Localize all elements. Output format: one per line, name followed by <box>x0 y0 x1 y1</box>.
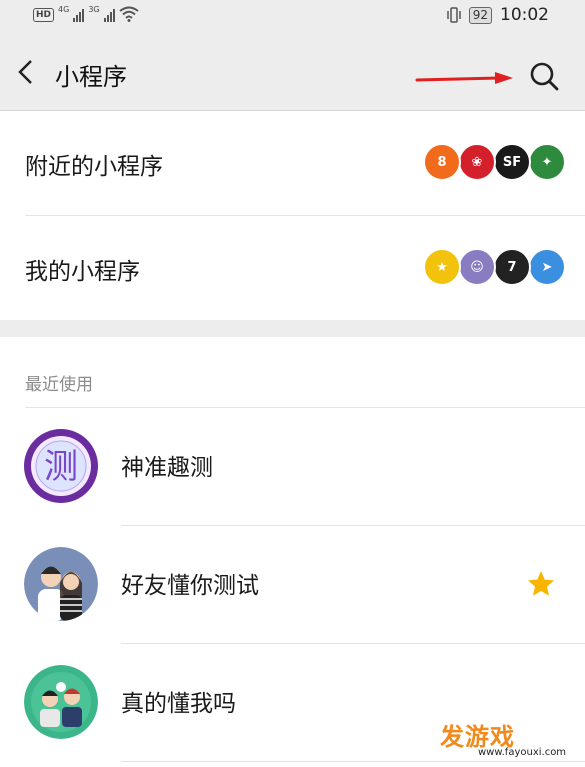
my-mini-programs-row[interactable]: 我的小程序 ★ ☺ 7 ➤ <box>0 216 585 320</box>
my-mini-programs-label: 我的小程序 <box>25 259 140 285</box>
signal-indicators: HD 4G 3G <box>33 6 139 22</box>
wifi-icon <box>118 6 139 22</box>
chevron-left-icon[interactable] <box>14 58 38 86</box>
sf-logo-icon: SF <box>493 143 531 181</box>
status-time: 10:02 <box>500 5 549 25</box>
seven-logo-icon: 7 <box>493 248 531 286</box>
friends-avatar-icon <box>24 665 98 739</box>
status-bar: HD 4G 3G 92 10:02 <box>0 0 585 32</box>
quiz-app-icon: 测 <box>24 429 98 503</box>
recent-item-name: 真的懂我吗 <box>121 691 236 717</box>
orange-logo-icon: 8 <box>423 143 461 181</box>
hd-badge: HD <box>33 8 55 22</box>
recent-item[interactable]: 好友懂你测试 <box>0 525 585 643</box>
signal-bars-icon <box>73 8 85 22</box>
menu-card: 附近的小程序 8 ❀ SF ✦ 我的小程序 ★ ☺ 7 ➤ <box>0 111 585 320</box>
recent-item-name: 好友懂你测试 <box>121 573 259 599</box>
recent-header: 最近使用 <box>25 375 93 395</box>
watermark-url: www.fayouxi.com <box>478 747 567 758</box>
plane-logo-icon: ➤ <box>528 248 566 286</box>
status-right: 92 10:02 <box>446 5 549 25</box>
search-icon[interactable] <box>528 60 560 92</box>
recent-item[interactable]: 测 神准趣测 <box>0 407 585 525</box>
nearby-mini-programs-label: 附近的小程序 <box>25 154 163 180</box>
recent-item-name: 神准趣测 <box>121 455 213 481</box>
couple-avatar-icon <box>24 547 98 621</box>
my-icons: ★ ☺ 7 ➤ <box>423 248 566 286</box>
nearby-icons: 8 ❀ SF ✦ <box>423 143 566 181</box>
signal-bars-icon-2 <box>103 8 115 22</box>
network-label-1: 4G <box>58 5 70 14</box>
recent-card: 最近使用 测 神准趣测 好友懂你测试 真的懂我吗 <box>0 337 585 767</box>
couple-logo-icon: ☺ <box>458 248 496 286</box>
red-arrow-annotation <box>415 72 513 84</box>
nearby-mini-programs-row[interactable]: 附近的小程序 8 ❀ SF ✦ <box>0 111 585 215</box>
title-bar: 小程序 <box>0 32 585 111</box>
star-icon[interactable] <box>526 569 556 599</box>
page-title: 小程序 <box>55 63 127 91</box>
site-watermark: 发游戏 www.fayouxi.com <box>440 717 580 765</box>
quiz-icon-text: 测 <box>44 447 78 487</box>
green-logo-icon: ✦ <box>528 143 566 181</box>
red-logo-icon: ❀ <box>458 143 496 181</box>
network-label-2: 3G <box>88 5 100 14</box>
yellow-logo-icon: ★ <box>423 248 461 286</box>
vibrate-icon <box>446 7 461 23</box>
battery-indicator: 92 <box>468 6 492 24</box>
